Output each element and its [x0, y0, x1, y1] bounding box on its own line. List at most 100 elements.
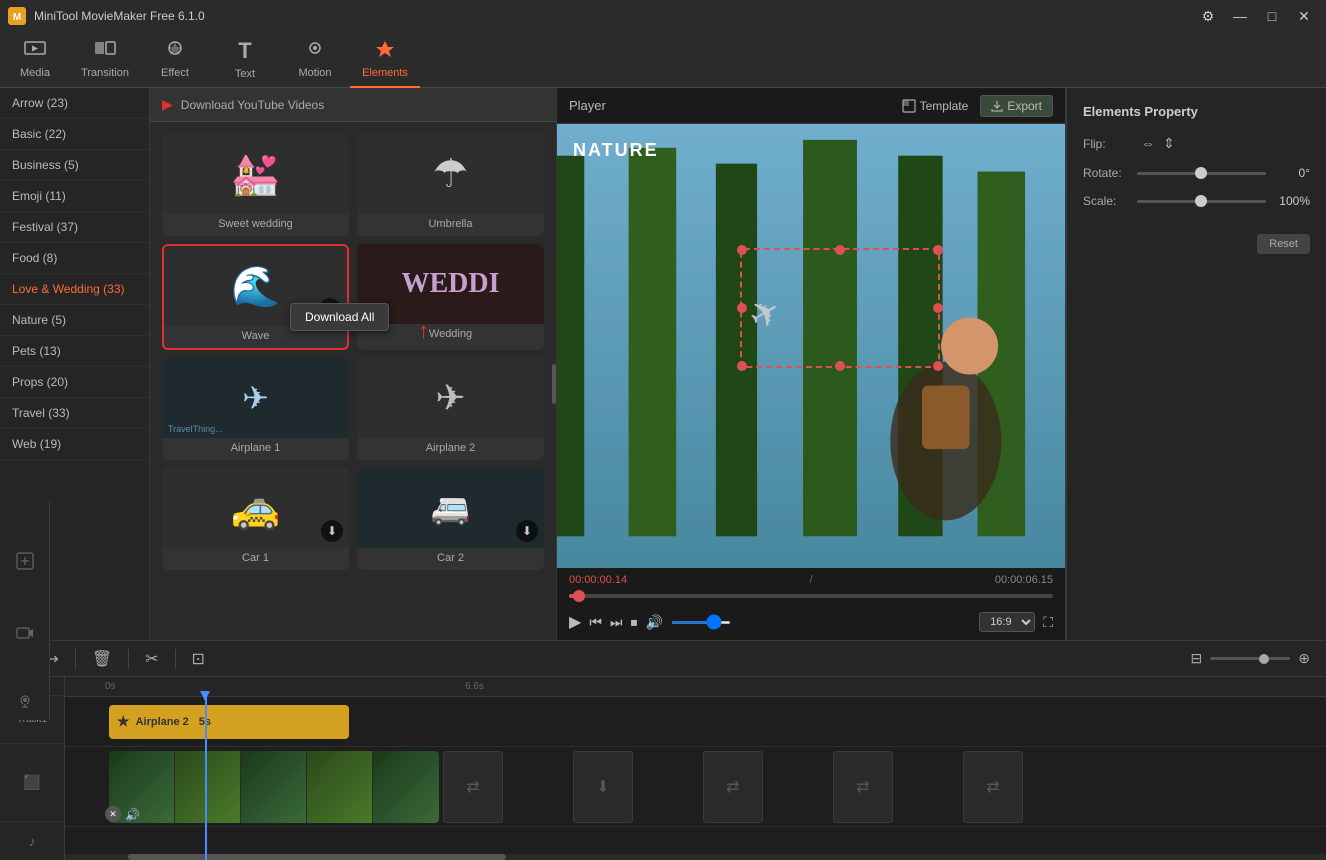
timeline-tracks-area: 0s 6.6s ★ Airplane 2 5s	[65, 677, 1326, 860]
car1-label: Car 1	[242, 548, 269, 570]
zoom-slider[interactable]	[1210, 657, 1290, 660]
player-controls: ▶ ⏮ ⏭ ⏹ 🔊 16:9 ⛶	[557, 608, 1065, 640]
element-airplane2[interactable]: ✈ Airplane 2	[357, 358, 544, 460]
zoom-out-button[interactable]: ⊟	[1187, 646, 1207, 671]
audio-track-icon-side	[17, 680, 33, 720]
sidebar-item-web[interactable]: Web (19)	[0, 429, 149, 460]
sidebar-item-basic[interactable]: Basic (22)	[0, 119, 149, 150]
stop-button[interactable]: ⏹	[631, 614, 638, 631]
toolbar-effect[interactable]: Effect	[140, 32, 210, 88]
aspect-ratio-select[interactable]: 16:9	[979, 612, 1035, 632]
playhead	[205, 697, 207, 860]
transition-slot-3[interactable]: ⇄	[703, 751, 763, 823]
airplane2-label: Airplane 2	[426, 438, 476, 460]
volume-slider[interactable]	[671, 621, 731, 624]
airplane1-icon: ✈	[242, 379, 269, 417]
timeline-scrollbar[interactable]	[65, 854, 1326, 860]
timeline-content: Track1 ⬛ ♪ 0s 6.6s ★	[0, 677, 1326, 860]
sidebar-item-food[interactable]: Food (8)	[0, 243, 149, 274]
sidebar-item-travel[interactable]: Travel (33)	[0, 398, 149, 429]
element-car1[interactable]: 🚕 ⬇ Car 1	[162, 468, 349, 570]
time-separator: /	[809, 574, 812, 586]
crop-button[interactable]: ⊡	[188, 645, 209, 673]
sweet-wedding-label: Sweet wedding	[218, 214, 293, 236]
flip-vertical-icon[interactable]: ⇕	[1163, 135, 1175, 152]
template-label: Template	[920, 99, 969, 113]
element-wave[interactable]: 🌊 ⬇ Wave	[162, 244, 349, 350]
sidebar-item-nature[interactable]: Nature (5)	[0, 305, 149, 336]
element-wedding[interactable]: WEDDI Wedding	[357, 244, 544, 350]
fullscreen-button[interactable]: ⛶	[1043, 614, 1053, 631]
toolbar-transition[interactable]: Transition	[70, 32, 140, 88]
video-frame-2	[175, 751, 241, 823]
toolbar-elements[interactable]: Elements	[350, 32, 420, 88]
sidebar-item-arrow[interactable]: Arrow (23)	[0, 88, 149, 119]
transition-icon	[94, 39, 116, 63]
player-timeline: 00:00:00.14 / 00:00:06.15	[557, 568, 1065, 608]
x-button[interactable]: ✕	[105, 806, 121, 822]
progress-bar[interactable]	[569, 594, 1053, 598]
video-track-label: ⬛	[0, 744, 64, 821]
sidebar-item-love-wedding[interactable]: Love & Wedding (33)	[0, 274, 149, 305]
car1-thumb: 🚕 ⬇	[162, 468, 349, 548]
scale-slider[interactable]	[1137, 200, 1266, 203]
delete-button[interactable]: 🗑	[88, 645, 116, 673]
youtube-icon: ▶	[162, 96, 173, 113]
transition-slot-4[interactable]: ⇄	[833, 751, 893, 823]
toolbar-elements-label: Elements	[362, 67, 408, 79]
elements-icon	[374, 39, 396, 63]
sweet-wedding-thumb: 💒	[162, 134, 349, 214]
play-button[interactable]: ▶	[569, 612, 581, 632]
transition-slot-5[interactable]: ⇄	[963, 751, 1023, 823]
media-icon	[24, 39, 46, 63]
video-frame-5	[373, 751, 439, 823]
download-slot[interactable]: ⬇	[573, 751, 633, 823]
reset-button[interactable]: Reset	[1257, 234, 1310, 254]
toolbar-media[interactable]: Media	[0, 32, 70, 88]
selection-dot-tl	[737, 245, 747, 255]
toolbar-text-label: Text	[235, 68, 255, 80]
player-header: Player Template Export	[557, 88, 1065, 124]
audio-track-label: ♪	[0, 822, 64, 860]
umbrella-thumb: ☂	[357, 134, 544, 214]
timeline-element-name: Airplane 2	[136, 716, 189, 728]
sidebar-item-business[interactable]: Business (5)	[0, 150, 149, 181]
download-all-popup[interactable]: Download All	[290, 303, 389, 331]
video-track-icon-side	[16, 593, 34, 672]
timeline-area: ↩ ↪ 🗑 ✂ ⊡ ⊟ ⊕ Track1 ⬛ ♪	[0, 640, 1326, 860]
flip-horizontal-icon[interactable]: ⇔	[1141, 135, 1155, 152]
export-button[interactable]: Export	[980, 95, 1053, 117]
cut-button[interactable]: ✂	[141, 645, 162, 673]
template-button[interactable]: Template	[902, 99, 969, 113]
maximize-button[interactable]: □	[1258, 6, 1286, 26]
car1-download-btn[interactable]: ⬇	[321, 520, 343, 542]
timeline-scrollbar-thumb	[128, 854, 506, 860]
settings-button[interactable]: ⚙	[1194, 6, 1222, 26]
umbrella-label: Umbrella	[428, 214, 472, 236]
volume-button[interactable]: 🔊	[646, 614, 663, 631]
video-track: ✕ 🔊 ⇄ ⇄ ⇄ ⇄ ⇄ ⬇	[65, 747, 1326, 827]
transition-slot-1[interactable]: ⇄	[443, 751, 503, 823]
car2-download-btn[interactable]: ⬇	[516, 520, 538, 542]
rotate-slider[interactable]	[1137, 172, 1266, 175]
zoom-in-button[interactable]: ⊕	[1294, 646, 1314, 671]
sidebar-item-festival[interactable]: Festival (37)	[0, 212, 149, 243]
scroll-indicator	[552, 364, 556, 404]
sidebar-item-props[interactable]: Props (20)	[0, 367, 149, 398]
toolbar-motion[interactable]: Motion	[280, 32, 350, 88]
toolbar-text[interactable]: T Text	[210, 32, 280, 88]
element-car2[interactable]: 🚐 ⬇ Car 2	[357, 468, 544, 570]
element-umbrella[interactable]: ☂ Umbrella	[357, 134, 544, 236]
next-frame-button[interactable]: ⏭	[610, 614, 623, 631]
rotate-label: Rotate:	[1083, 166, 1129, 180]
add-track-btn[interactable]	[16, 536, 34, 585]
airplane2-timeline-block[interactable]: ★ Airplane 2 5s	[109, 705, 349, 739]
element-sweet-wedding[interactable]: 💒 Sweet wedding	[162, 134, 349, 236]
sidebar-item-emoji[interactable]: Emoji (11)	[0, 181, 149, 212]
minimize-button[interactable]: —	[1226, 6, 1254, 26]
element-airplane1[interactable]: ✈ TravelThing... Airplane 1	[162, 358, 349, 460]
prev-frame-button[interactable]: ⏮	[589, 614, 602, 631]
close-button[interactable]: ✕	[1290, 6, 1318, 26]
audio-icon: ♪	[29, 833, 36, 849]
sidebar-item-pets[interactable]: Pets (13)	[0, 336, 149, 367]
